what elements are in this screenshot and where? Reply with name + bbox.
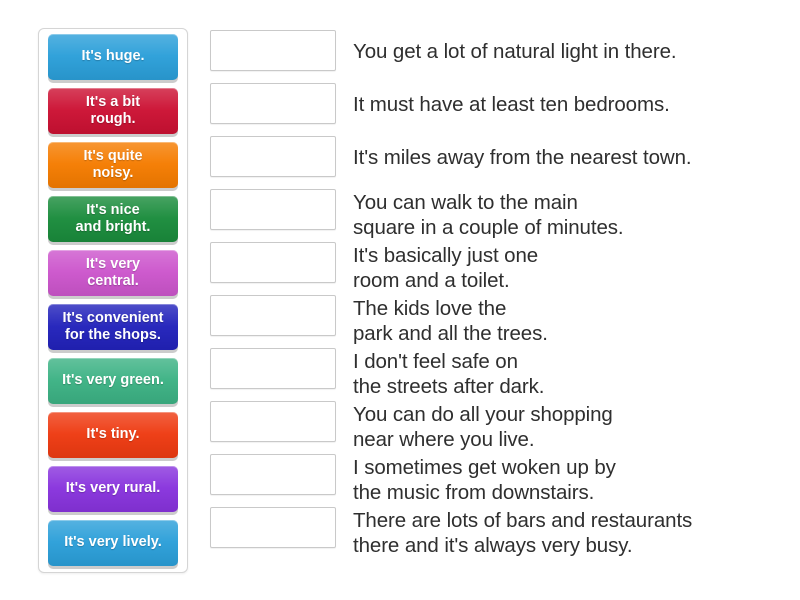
answer-row: I don't feel safe on the streets after d… (210, 348, 790, 401)
draggable-tile[interactable]: It's tiny. (48, 412, 178, 458)
answer-row: I sometimes get woken up by the music fr… (210, 454, 790, 507)
prompt-text: There are lots of bars and restaurants t… (353, 509, 693, 557)
prompt-text: It must have at least ten bedrooms. (353, 93, 670, 116)
draggable-tile[interactable]: It's huge. (48, 34, 178, 80)
answer-row: You can do all your shopping near where … (210, 401, 790, 454)
draggable-tile[interactable]: It's a bit rough. (48, 88, 178, 134)
draggable-tile[interactable]: It's convenient for the shops. (48, 304, 178, 350)
answer-row: It's basically just one room and a toile… (210, 242, 790, 295)
answer-row: You can walk to the main square in a cou… (210, 189, 790, 242)
answer-row: It's miles away from the nearest town. (210, 136, 790, 189)
draggable-tile[interactable]: It's very green. (48, 358, 178, 404)
prompt-text: You get a lot of natural light in there. (353, 40, 677, 63)
dropzone[interactable] (210, 295, 336, 336)
dropzone[interactable] (210, 507, 336, 548)
match-up-activity: It's huge. It's a bit rough. It's quite no… (0, 0, 800, 600)
prompt-text: You can walk to the main square in a cou… (353, 191, 624, 239)
dropzone[interactable] (210, 242, 336, 283)
answer-rows: You get a lot of natural light in there.… (210, 30, 790, 560)
draggable-tile[interactable]: It's very central. (48, 250, 178, 296)
prompt-text: It's miles away from the nearest town. (353, 146, 692, 169)
dropzone[interactable] (210, 348, 336, 389)
draggable-tile[interactable]: It's very lively. (48, 520, 178, 566)
answer-row: The kids love the park and all the trees… (210, 295, 790, 348)
prompt-text: I sometimes get woken up by the music fr… (353, 456, 616, 504)
dropzone[interactable] (210, 454, 336, 495)
answer-row: You get a lot of natural light in there. (210, 30, 790, 83)
dropzone[interactable] (210, 30, 336, 71)
draggable-tile[interactable]: It's quite noisy. (48, 142, 178, 188)
draggable-tile[interactable]: It's nice and bright. (48, 196, 178, 242)
dropzone[interactable] (210, 401, 336, 442)
prompt-text: I don't feel safe on the streets after d… (353, 350, 545, 398)
answer-row: It must have at least ten bedrooms. (210, 83, 790, 136)
dropzone[interactable] (210, 189, 336, 230)
prompt-text: It's basically just one room and a toile… (353, 244, 539, 292)
dropzone[interactable] (210, 83, 336, 124)
dropzone[interactable] (210, 136, 336, 177)
tiles-panel: It's huge. It's a bit rough. It's quite no… (38, 28, 188, 573)
prompt-text: The kids love the park and all the trees… (353, 297, 548, 345)
prompt-text: You can do all your shopping near where … (353, 403, 613, 451)
answer-row: There are lots of bars and restaurants t… (210, 507, 790, 560)
draggable-tiles-list: It's huge. It's a bit rough. It's quite no… (39, 34, 187, 566)
draggable-tile[interactable]: It's very rural. (48, 466, 178, 512)
